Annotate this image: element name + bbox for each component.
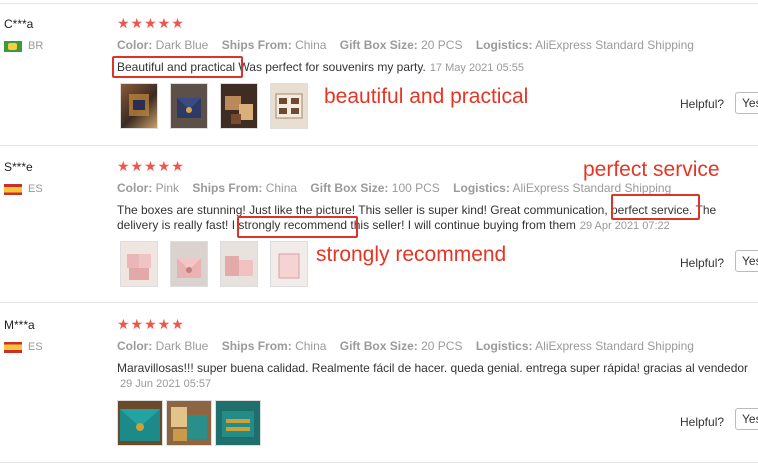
review-photo[interactable] — [270, 83, 308, 129]
attr-label: Ships From: — [221, 38, 292, 52]
reviewer-name: C***a — [4, 17, 34, 31]
attr-value: AliExpress Standard Shipping — [535, 38, 694, 52]
attr-value: 100 PCS — [391, 181, 440, 195]
review-photo[interactable] — [220, 241, 258, 287]
attr-value: China — [265, 181, 298, 195]
highlight-box — [112, 56, 243, 78]
spain-flag-icon — [4, 183, 22, 195]
attr-value: 20 PCS — [421, 38, 463, 52]
review-photo[interactable] — [215, 400, 261, 446]
helpful-yes-button[interactable]: Yes — [735, 408, 758, 430]
country-code: BR — [28, 40, 44, 52]
country-code: ES — [28, 341, 43, 353]
attr-value: Pink — [155, 181, 180, 195]
reviewer-country: ES — [4, 183, 43, 195]
helpful-yes-button[interactable]: Yes — [735, 92, 758, 114]
attr-label: Gift Box Size: — [339, 38, 418, 52]
review-text-rest: Was perfect for souvenirs my party. — [235, 60, 426, 74]
attr-label: Ships From: — [221, 339, 292, 353]
attr-label: Logistics: — [475, 339, 533, 353]
review-photo[interactable] — [170, 83, 208, 129]
star-rating: ★★★★★ — [117, 158, 185, 174]
review-text-line: Maravillosas!!! super buena calidad. Rea… — [117, 361, 749, 375]
review-photo[interactable] — [170, 241, 208, 287]
star-rating: ★★★★★ — [117, 316, 185, 332]
attr-label: Gift Box Size: — [310, 181, 389, 195]
annotation-label: strongly recommend — [316, 243, 507, 266]
attr-label: Color: — [117, 181, 153, 195]
annotation-label: beautiful and practical — [324, 85, 529, 108]
review-attributes: Color: Dark Blue Ships From: China Gift … — [117, 38, 704, 52]
attr-label: Color: — [117, 339, 153, 353]
highlight-box — [237, 216, 358, 238]
divider — [0, 462, 758, 463]
highlight-box — [611, 194, 700, 220]
helpful-label: Helpful? — [680, 256, 725, 270]
attr-value: China — [295, 38, 327, 52]
helpful-label: Helpful? — [680, 415, 725, 429]
reviewer-name: S***e — [4, 160, 33, 174]
review-photo[interactable] — [120, 83, 158, 129]
attr-label: Logistics: — [475, 38, 533, 52]
attr-value: AliExpress Standard Shipping — [512, 181, 672, 195]
country-code: ES — [28, 183, 43, 195]
star-rating: ★★★★★ — [117, 15, 185, 31]
attr-value: Dark Blue — [155, 339, 209, 353]
attr-label: Color: — [117, 38, 153, 52]
review-photo[interactable] — [120, 241, 158, 287]
review-photo[interactable] — [270, 241, 308, 287]
review-photo[interactable] — [166, 400, 212, 446]
review-attributes: Color: Pink Ships From: China Gift Box S… — [117, 181, 681, 195]
review-photo[interactable] — [220, 83, 258, 129]
attr-value: Dark Blue — [155, 38, 209, 52]
review-date: 17 May 2021 05:55 — [429, 62, 524, 74]
reviewer-name: M***a — [4, 318, 35, 332]
review-text: Maravillosas!!! super buena calidad. Rea… — [117, 361, 757, 392]
review-text-line-2: delivery is really fast! I strongly reco… — [117, 218, 747, 234]
divider — [0, 302, 758, 303]
review-attributes: Color: Dark Blue Ships From: China Gift … — [117, 339, 704, 353]
review-photo[interactable] — [117, 400, 163, 446]
reviewer-country: BR — [4, 40, 43, 52]
attr-label: Ships From: — [192, 181, 263, 195]
attr-value: AliExpress Standard Shipping — [535, 339, 694, 353]
reviewer-country: ES — [4, 341, 43, 353]
attr-value: China — [295, 339, 327, 353]
attr-label: Logistics: — [453, 181, 510, 195]
divider — [0, 3, 758, 4]
attr-value: 20 PCS — [421, 339, 463, 353]
helpful-label: Helpful? — [680, 97, 725, 111]
helpful-yes-button[interactable]: Yes — [735, 250, 758, 272]
review-date: 29 Jun 2021 05:57 — [120, 378, 212, 390]
review-date: 29 Apr 2021 07:22 — [579, 220, 670, 232]
spain-flag-icon — [4, 341, 22, 353]
divider — [0, 145, 758, 146]
brazil-flag-icon — [4, 40, 22, 52]
attr-label: Gift Box Size: — [339, 339, 418, 353]
annotation-label: perfect service — [583, 158, 720, 181]
